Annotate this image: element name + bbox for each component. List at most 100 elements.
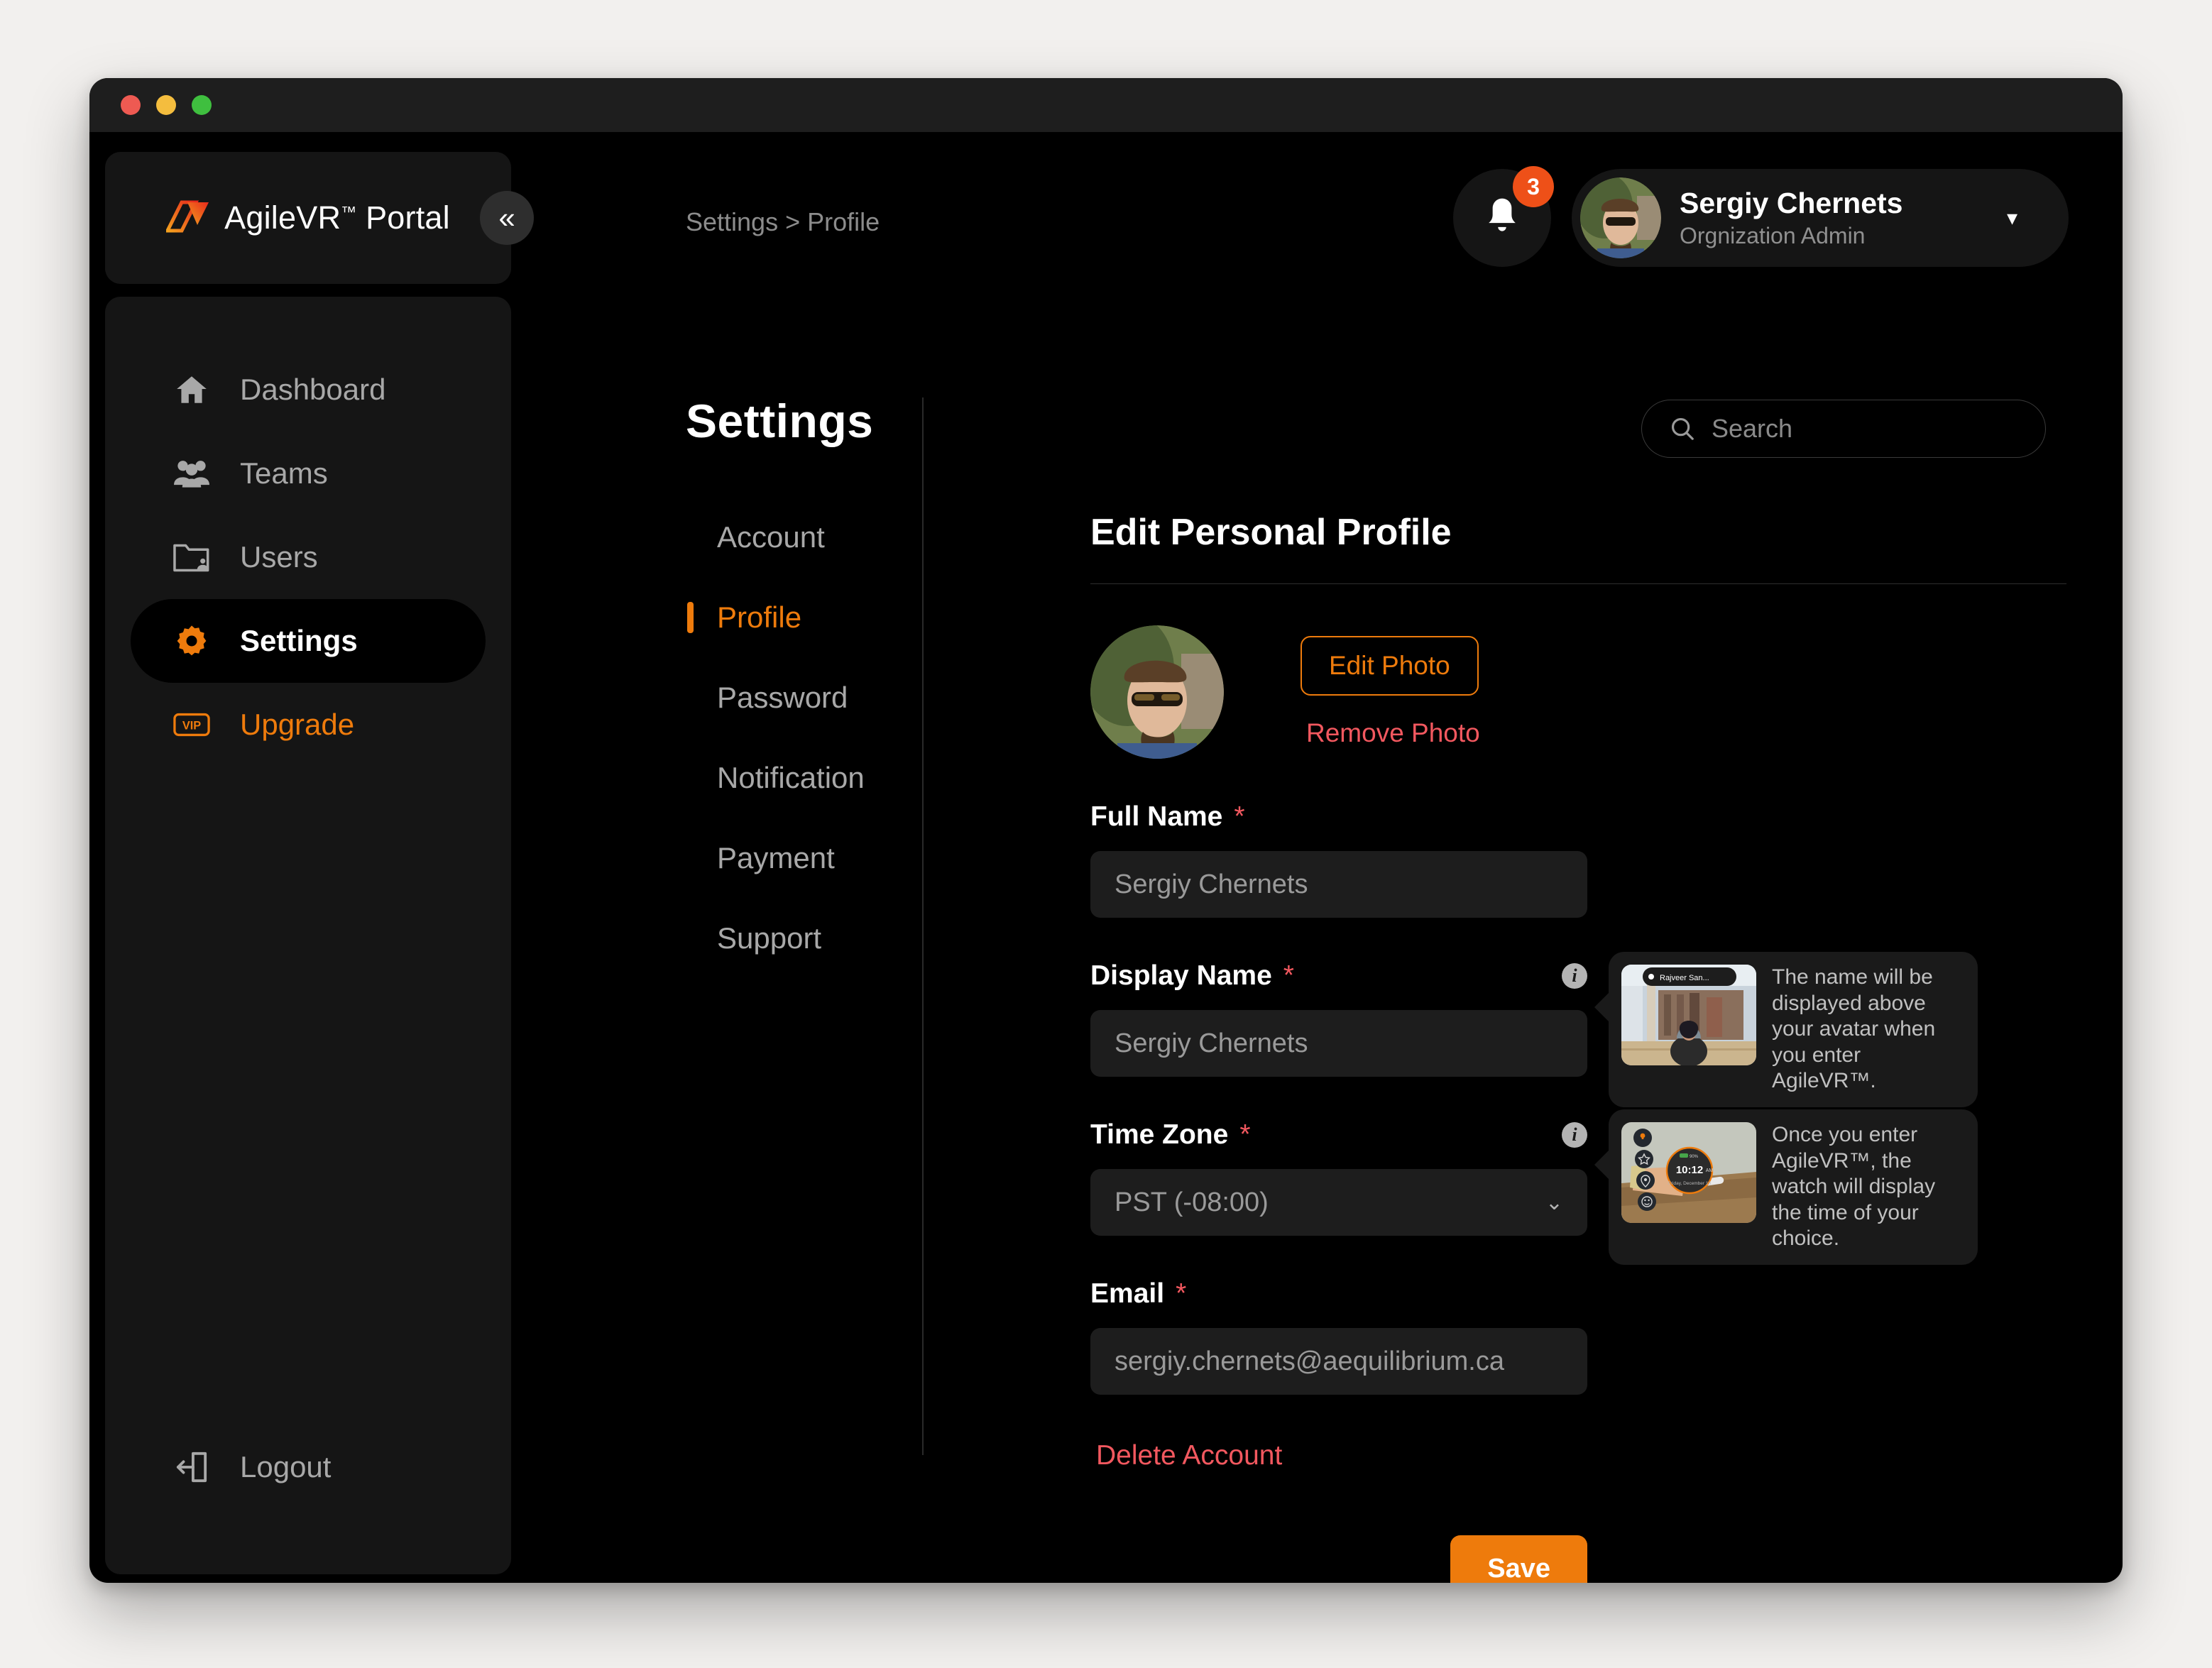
sidebar-item-teams[interactable]: Teams [131,432,486,515]
field-full-name: Full Name * Sergiy Chernets [1090,801,1587,918]
email-input[interactable]: sergiy.chernets@aequilibrium.ca [1090,1328,1587,1395]
time-zone-select[interactable]: PST (-08:00) ⌄ [1090,1169,1587,1236]
brand-suffix: Portal [366,199,450,236]
form-heading: Edit Personal Profile [1090,512,1452,553]
input-value: sergiy.chernets@aequilibrium.ca [1115,1346,1504,1376]
form-divider [1090,583,2066,584]
edit-profile-form: Edit Personal Profile Edit Photo Remove … [1090,511,2070,1583]
tooltip-time-zone: 10:12 AM Friday, December 16 90% Once yo… [1594,1109,1978,1265]
maximize-window-button[interactable] [192,95,212,115]
field-display-name: Display Name * i Sergiy Chernets Rajveer… [1090,952,1978,1107]
vip-badge-icon: VIP [173,706,210,743]
tab-label: Payment [717,840,835,874]
tab-label: Support [717,921,822,955]
save-button[interactable]: Save [1450,1535,1587,1583]
breadcrumb[interactable]: Settings > Profile [686,207,880,237]
field-label-row: Time Zone * i [1090,1119,1587,1151]
user-name: Sergiy Chernets [1680,187,1903,219]
tab-password[interactable]: Password [687,657,985,737]
tooltip-display-name: Rajveer San... The name will be displaye… [1594,952,1978,1107]
main-content: Settings Account Profile Password Notifi… [530,284,2123,1583]
edit-photo-button[interactable]: Edit Photo [1301,636,1479,696]
sidebar-item-dashboard[interactable]: Dashboard [131,348,486,432]
vertical-divider [922,397,924,1455]
tab-notification[interactable]: Notification [687,737,985,818]
input-value: Sergiy Chernets [1115,1028,1308,1058]
delete-account-link[interactable]: Delete Account [1090,1440,2070,1471]
avatar [1580,177,1661,258]
required-marker: * [1239,1119,1251,1150]
sidebar-item-logout[interactable]: Logout [131,1425,486,1509]
sidebar-collapse-button[interactable]: « [480,191,534,245]
field-label: Full Name [1090,801,1223,832]
full-name-input[interactable]: Sergiy Chernets [1090,851,1587,918]
select-value: PST (-08:00) [1115,1187,1269,1217]
close-window-button[interactable] [121,95,141,115]
folder-user-icon [173,539,210,576]
chevron-down-icon: ▾ [2006,206,2017,230]
home-icon [173,371,210,408]
brand-card: AgileVR™ Portal « [105,152,534,284]
info-icon[interactable]: i [1562,1122,1587,1148]
tab-label: Profile [717,600,802,634]
tab-account[interactable]: Account [687,497,985,577]
settings-subnav: Account Profile Password Notification Pa… [687,497,985,978]
tab-support[interactable]: Support [687,898,985,978]
field-time-zone: Time Zone * i PST (-08:00) ⌄ 10:12 AM Fr… [1090,1109,1978,1265]
notifications-button[interactable]: 3 [1453,166,1554,267]
brand-tm: ™ [341,203,357,221]
topbar: Settings > Profile 3 Sergiy Chernets Org… [530,152,2123,284]
field-label-row: Full Name * [1090,801,1587,833]
sidebar-item-label: Logout [240,1450,332,1483]
watch-battery-text: 90% [1690,1155,1699,1159]
display-name-input[interactable]: Sergiy Chernets [1090,1010,1587,1077]
sidebar-item-users[interactable]: Users [131,515,486,599]
agilevr-logo-icon [166,200,209,233]
sidebar-item-label: Settings [240,624,358,657]
required-marker: * [1176,1278,1187,1309]
tab-label: Account [717,520,825,554]
watch-date-text: Friday, December 16 [1668,1181,1712,1186]
required-marker: * [1283,960,1294,991]
required-marker: * [1234,801,1245,832]
user-role: Orgnization Admin [1680,223,1866,248]
user-menu-button[interactable]: Sergiy Chernets Orgnization Admin ▾ [1572,169,2069,267]
remove-photo-link[interactable]: Remove Photo [1301,718,1480,748]
chevron-down-icon: ⌄ [1545,1190,1563,1214]
vr-watch-thumbnail: 10:12 AM Friday, December 16 90% [1621,1122,1756,1223]
user-meta: Sergiy Chernets Orgnization Admin [1680,187,1902,249]
tooltip-text: The name will be displayed above your av… [1772,965,1936,1093]
sidebar-item-upgrade[interactable]: VIP Upgrade [131,683,486,767]
watch-ampm-text: AM [1706,1168,1714,1173]
tab-profile[interactable]: Profile [687,577,985,657]
search-input[interactable]: Search [1641,400,2046,458]
sidebar-item-settings[interactable]: Settings [131,599,486,683]
sidebar: AgileVR™ Portal « Dashboard Teams Users … [105,152,534,1574]
tab-label: Notification [717,760,865,794]
field-label: Email [1090,1278,1165,1309]
tooltip-text: Once you enter AgileVR™, the watch will … [1772,1123,1936,1251]
sidebar-item-label: Dashboard [240,373,386,406]
sidebar-logout-wrapper: Logout [105,1425,511,1509]
field-label: Display Name [1090,960,1272,991]
logout-icon [173,1449,210,1486]
watch-time-text: 10:12 [1676,1164,1703,1176]
tab-label: Password [717,680,848,714]
page-title: Settings [686,395,874,447]
field-label-row: Display Name * i [1090,960,1587,992]
sidebar-item-label: Upgrade [240,708,355,741]
sidebar-nav: Dashboard Teams Users Settings VIP Upgra… [105,297,511,1574]
brand-name: AgileVR [224,199,341,236]
minimize-window-button[interactable] [156,95,176,115]
people-icon [173,455,210,492]
chevron-double-left-icon: « [498,201,515,234]
app-window: AgileVR™ Portal « Dashboard Teams Users … [89,78,2123,1583]
photo-section: Edit Photo Remove Photo [1090,625,2070,759]
form-actions: Save [1090,1535,1587,1583]
field-label-row: Email * [1090,1278,1587,1310]
info-icon[interactable]: i [1562,963,1587,989]
tab-payment[interactable]: Payment [687,818,985,898]
search-icon [1671,417,1694,440]
gear-icon [173,622,210,659]
sidebar-item-label: Users [240,540,318,574]
